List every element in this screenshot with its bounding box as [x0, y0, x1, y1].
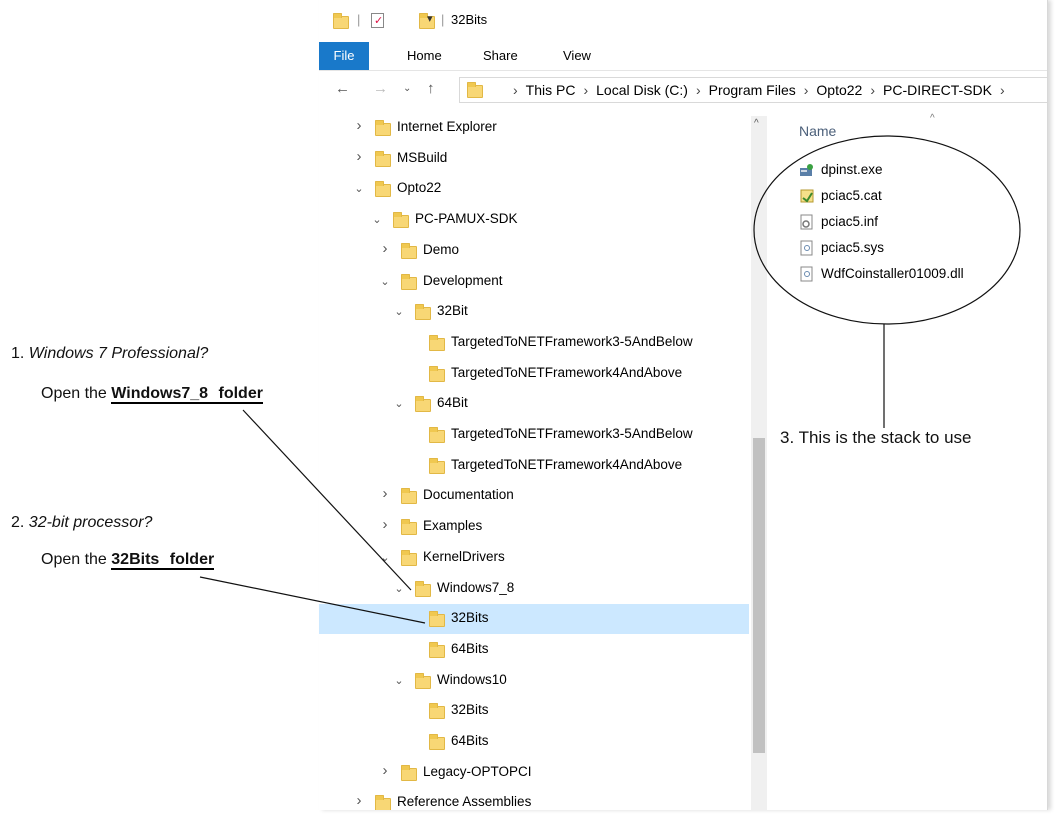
screenshot: | ✓ ▾ | 32Bits File Home Share View ← → … — [0, 0, 1055, 818]
annotation-2-folder: 32Bits folder — [111, 551, 215, 570]
annotation-1-question: 1. Windows 7 Professional? — [11, 345, 209, 362]
annotation-1-folder: Windows7_8 folder — [111, 385, 263, 404]
highlight-ellipse — [753, 135, 1021, 325]
annotation-3: 3. This is the stack to use — [780, 428, 972, 447]
annotation-2-instruction: Open the 32Bits folder — [41, 551, 215, 570]
callout-line-1 — [242, 409, 412, 591]
annotation-1-question-text: Windows 7 Professional? — [28, 345, 209, 362]
annotation-overlay — [199, 135, 1021, 624]
annotation-1-instruction: Open the Windows7_8 folder — [41, 385, 263, 404]
annotation-2-question-text: 32-bit processor? — [28, 514, 153, 531]
annotation-2-question: 2. 32-bit processor? — [11, 514, 153, 531]
callout-line-2 — [199, 576, 426, 624]
